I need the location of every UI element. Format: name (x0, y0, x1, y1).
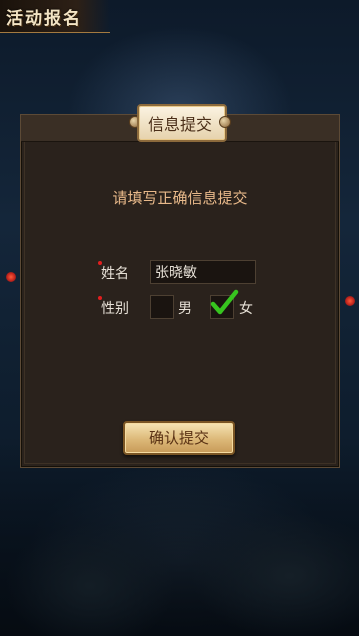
gender-female-checkbox[interactable] (210, 289, 239, 319)
name-input[interactable] (150, 260, 256, 284)
checkmark-icon (210, 289, 239, 315)
gender-male-checkbox[interactable] (150, 295, 174, 319)
gender-field-label-row: 性别 (98, 296, 129, 318)
gender-label: 性别 (101, 301, 129, 317)
required-marker-icon (98, 296, 102, 300)
banner-title: 活动报名 (6, 9, 82, 29)
gender-female-label[interactable]: 女 (239, 298, 253, 318)
form-instruction: 请填写正确信息提交 (112, 189, 248, 207)
panel-title-tag: 信息提交 (129, 104, 231, 142)
panel-frame (24, 118, 336, 464)
name-field-label-row: 姓名 (98, 261, 129, 283)
gender-male-label[interactable]: 男 (178, 298, 192, 318)
info-submit-panel: 信息提交 请填写正确信息提交 姓名 性别 男 女 确认提交 (20, 104, 340, 468)
confirm-submit-button[interactable]: 确认提交 (123, 421, 235, 455)
activity-signup-banner: 活动报名 (0, 0, 110, 33)
name-label: 姓名 (101, 266, 129, 282)
ember-decoration (345, 296, 355, 306)
required-marker-icon (98, 261, 102, 265)
ember-decoration (6, 272, 16, 282)
panel-title: 信息提交 (147, 115, 212, 134)
